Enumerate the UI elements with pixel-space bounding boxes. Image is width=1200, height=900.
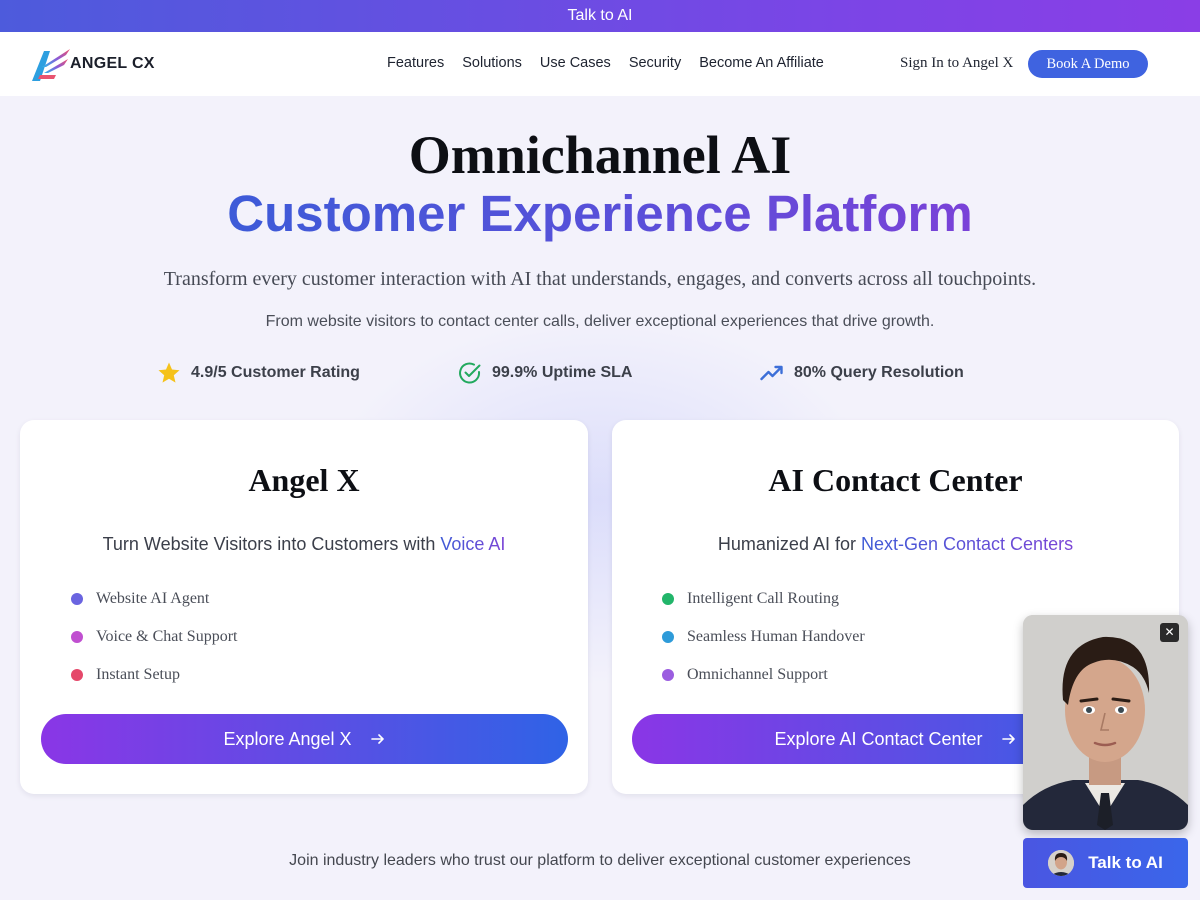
- angel-x-card-subtitle: Turn Website Visitors into Customers wit…: [20, 534, 588, 555]
- feature-item: Website AI Agent: [71, 590, 209, 608]
- feature-label: Website AI Agent: [96, 590, 210, 607]
- close-icon[interactable]: ✕: [1160, 623, 1179, 642]
- avatar-thumbnail-icon: [1048, 850, 1075, 876]
- sign-in-link[interactable]: Sign In to Angel X: [900, 55, 1013, 72]
- hero-subtitle: Transform every customer interaction wit…: [163, 268, 1037, 290]
- hero-title-line2: Customer Experience Platform: [0, 184, 1200, 243]
- brand-name: ANGEL CX: [70, 55, 155, 72]
- talk-to-ai-label: Talk to AI: [1088, 853, 1163, 872]
- avatar-portrait-icon: [1023, 615, 1188, 830]
- angel-x-card-title: Angel X: [248, 462, 360, 498]
- hero-title-gradient-text: Customer Experience Platform: [227, 185, 973, 242]
- avatar: [1048, 850, 1075, 876]
- arrow-right-icon: [1001, 734, 1015, 744]
- feature-item: Seamless Human Handover: [662, 628, 865, 646]
- nav-link-use-cases[interactable]: Use Cases: [540, 55, 611, 71]
- feature-label: Omnichannel Support: [687, 666, 828, 683]
- header-nav: ANGEL CX Features Solutions Use Cases Se…: [0, 32, 1200, 96]
- stat-uptime-label: 99.9% Uptime SLA: [492, 364, 633, 381]
- feature-label: Instant Setup: [96, 666, 180, 683]
- stat-uptime: 99.9% Uptime SLA: [458, 361, 632, 385]
- arrow-right-icon: [370, 734, 384, 744]
- feature-label: Intelligent Call Routing: [687, 590, 839, 607]
- feature-item: Omnichannel Support: [662, 666, 828, 684]
- bullet-dot-icon: [662, 669, 674, 681]
- talk-to-ai-banner[interactable]: Talk to AI: [0, 0, 1200, 32]
- explore-angel-x-button[interactable]: Explore Angel X: [41, 714, 568, 764]
- book-demo-button[interactable]: Book A Demo: [1028, 50, 1148, 78]
- feature-label: Voice & Chat Support: [96, 628, 238, 645]
- feature-label: Seamless Human Handover: [687, 628, 865, 645]
- ai-contact-center-subtitle-text: Humanized AI for: [717, 534, 861, 554]
- ai-contact-center-card-title: AI Contact Center: [768, 462, 1023, 498]
- nav-links: Features Solutions Use Cases Security Be…: [387, 55, 824, 71]
- bullet-dot-icon: [662, 593, 674, 605]
- stat-rating-label: 4.9/5 Customer Rating: [191, 364, 360, 381]
- nav-link-affiliate[interactable]: Become An Affiliate: [699, 55, 824, 71]
- ai-contact-center-subtitle-highlight: Next-Gen Contact Centers: [860, 534, 1074, 554]
- nav-link-features[interactable]: Features: [387, 55, 444, 71]
- hero-subtext: From website visitors to contact center …: [265, 313, 935, 330]
- angel-x-subtitle-highlight: Voice AI: [440, 534, 506, 554]
- nav-link-solutions[interactable]: Solutions: [462, 55, 522, 71]
- stat-resolution-label: 80% Query Resolution: [794, 364, 964, 381]
- angel-wing-logo-icon: [32, 49, 70, 81]
- trending-up-icon: [760, 365, 783, 381]
- bullet-dot-icon: [71, 593, 83, 605]
- feature-item: Intelligent Call Routing: [662, 590, 839, 608]
- bullet-dot-icon: [662, 631, 674, 643]
- ai-avatar-video[interactable]: [1023, 615, 1188, 830]
- bullet-dot-icon: [71, 631, 83, 643]
- ai-contact-center-card-subtitle: Humanized AI for Next-Gen Contact Center…: [612, 534, 1179, 555]
- trust-statement: Join industry leaders who trust our plat…: [289, 852, 911, 869]
- feature-item: Instant Setup: [71, 666, 180, 684]
- bullet-dot-icon: [71, 669, 83, 681]
- brand-logo[interactable]: ANGEL CX: [30, 44, 155, 84]
- star-icon: [158, 362, 180, 383]
- stat-rating: 4.9/5 Customer Rating: [157, 361, 360, 385]
- talk-to-ai-button[interactable]: Talk to AI: [1023, 838, 1188, 888]
- explore-ai-contact-center-label: Explore AI Contact Center: [774, 728, 983, 749]
- nav-link-security[interactable]: Security: [629, 55, 681, 71]
- hero-title-line1: Omnichannel AI: [408, 125, 792, 185]
- angel-x-subtitle-text: Turn Website Visitors into Customers wit…: [102, 534, 441, 554]
- feature-item: Voice & Chat Support: [71, 628, 237, 646]
- check-circle-icon: [459, 362, 481, 384]
- stat-resolution: 80% Query Resolution: [760, 361, 964, 385]
- explore-angel-x-label: Explore Angel X: [223, 728, 352, 749]
